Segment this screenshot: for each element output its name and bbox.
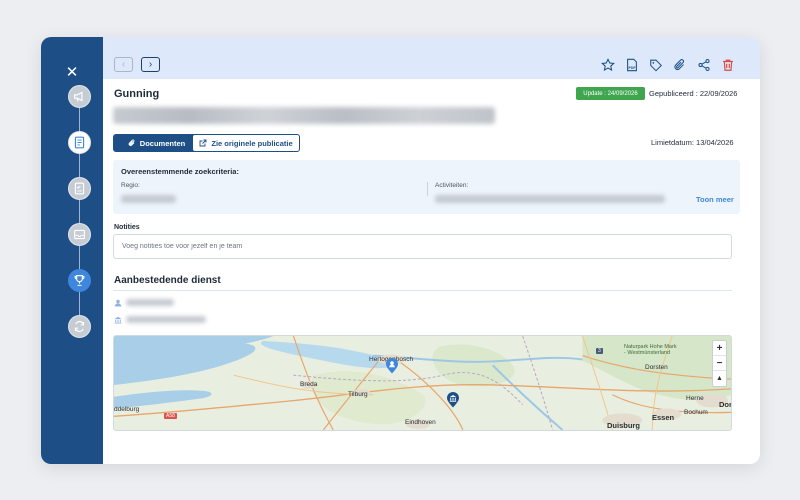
paperclip-icon <box>128 139 135 146</box>
deadline-date: Limietdatum: 13/04/2026 <box>651 138 734 147</box>
notice-type: Gunning <box>114 88 160 100</box>
route-shield-3: 3 <box>596 348 603 354</box>
step-megaphone[interactable] <box>68 85 91 108</box>
step-document[interactable] <box>68 131 91 154</box>
pdf-icon: PDF <box>627 58 637 72</box>
tag-icon <box>650 59 662 72</box>
map-label-essen: Essen <box>652 413 675 422</box>
update-badge: Update : 24/09/2026 <box>576 87 645 100</box>
step-refresh[interactable] <box>68 315 91 338</box>
map-label-middelburg: ddelburg <box>114 406 140 413</box>
star-icon <box>601 58 615 71</box>
authority-title: Aanbestedende dienst <box>114 275 221 286</box>
step-trophy[interactable] <box>68 269 91 292</box>
criteria-divider <box>427 182 428 196</box>
paperclip-icon <box>674 59 685 70</box>
region-label: Regio: <box>121 182 140 189</box>
svg-text:PDF: PDF <box>629 66 637 70</box>
building-icon <box>114 316 122 324</box>
notes-label: Notities <box>114 224 140 231</box>
checklist-icon <box>74 182 85 195</box>
map-label-dorsten: Dorsten <box>645 364 668 371</box>
chevron-right-icon: › <box>148 59 153 70</box>
sidebar: ✕ <box>41 37 103 464</box>
published-date: Gepubliceerd : 22/09/2026 <box>649 89 738 98</box>
favorite-button[interactable] <box>601 58 615 72</box>
section-divider <box>113 290 732 291</box>
map-pin-person-icon <box>386 358 398 374</box>
tag-button[interactable] <box>649 58 663 72</box>
map-label-eindhoven: Eindhoven <box>405 419 436 426</box>
zoom-in-button[interactable]: + <box>713 341 726 356</box>
forward-button[interactable]: › <box>141 57 160 72</box>
criteria-title: Overeenstemmende zoekcriteria: <box>121 167 239 176</box>
delete-button[interactable] <box>721 58 735 72</box>
location-map[interactable]: Hertogenbosch Breda Tilburg Eindhoven dd… <box>113 335 732 431</box>
megaphone-icon <box>74 91 83 102</box>
documents-button-label: Documenten <box>139 138 186 148</box>
documents-button[interactable]: Documenten <box>113 134 200 152</box>
compass-button[interactable]: ▲ <box>713 371 726 386</box>
external-link-icon <box>199 139 207 147</box>
refresh-icon <box>74 321 85 332</box>
chevron-left-icon: ‹ <box>121 59 126 70</box>
share-button[interactable] <box>697 58 711 72</box>
activities-label: Activiteiten: <box>435 182 469 189</box>
map-label-tilburg: Tilburg <box>348 391 368 398</box>
map-marker-person[interactable] <box>385 358 399 374</box>
inbox-icon <box>74 229 85 240</box>
map-zoom-controls: + − ▲ <box>712 340 727 387</box>
route-shield-a58: A58 <box>164 413 177 419</box>
close-button[interactable]: ✕ <box>66 65 79 80</box>
app-window: ✕ ‹ › PDF Gunning Update: 24/09/2026 Ge… <box>41 37 760 464</box>
main-content: Gunning Update : 24/09/2026 Gepubliceerd… <box>103 79 760 464</box>
document-icon <box>74 136 85 149</box>
attachment-button[interactable] <box>673 58 687 72</box>
matching-criteria-panel: Overeenstemmende zoekcriteria: Regio: Ac… <box>113 160 740 214</box>
original-publication-label: Zie originele publicatie <box>211 138 293 148</box>
map-label-breda: Breda <box>300 381 318 388</box>
map-label-herne: Herne <box>686 395 704 402</box>
map-marker-building[interactable] <box>446 392 460 408</box>
back-button[interactable]: ‹ <box>114 57 133 72</box>
redacted-region <box>121 195 176 203</box>
redacted-contact-name <box>126 299 174 306</box>
show-more-link[interactable]: Toon meer <box>696 195 734 204</box>
top-toolbar: ‹ › PDF <box>103 37 760 79</box>
trash-icon <box>723 59 733 71</box>
map-label-bochum: Bochum <box>684 409 708 416</box>
person-icon <box>114 299 122 307</box>
pdf-button[interactable]: PDF <box>625 58 639 72</box>
trophy-icon <box>74 275 85 286</box>
map-label-duisburg: Duisburg <box>607 421 640 430</box>
map-pin-building-icon <box>447 392 459 408</box>
redacted-title <box>113 107 495 124</box>
zoom-out-button[interactable]: − <box>713 356 726 371</box>
step-inbox[interactable] <box>68 223 91 246</box>
original-publication-button[interactable]: Zie originele publicatie <box>192 134 300 152</box>
redacted-activities <box>435 195 665 203</box>
map-label-dortmund: Dort <box>719 400 732 409</box>
notes-input[interactable] <box>113 234 732 259</box>
redacted-organization <box>126 316 206 323</box>
map-label-naturpark: Naturpark Hohe Mark - Westmünsterland <box>624 344 677 357</box>
step-checklist[interactable] <box>68 177 91 200</box>
share-icon <box>698 58 710 72</box>
